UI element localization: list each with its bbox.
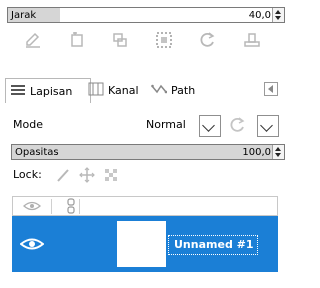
opacity-label: Opasitas	[15, 147, 59, 158]
opacity-spin-arrows[interactable]	[272, 145, 284, 159]
tab-path[interactable]: Path	[147, 78, 209, 102]
spin-up-icon[interactable]	[275, 10, 281, 14]
refresh-icon[interactable]	[197, 30, 217, 50]
header-divider	[79, 199, 80, 214]
mode-value[interactable]: Normal	[146, 118, 186, 131]
header-divider	[51, 199, 52, 214]
copy-page-icon[interactable]	[67, 30, 87, 50]
lock-label: Lock:	[13, 168, 42, 181]
layer-list-header	[12, 196, 278, 216]
stamp-icon[interactable]	[242, 30, 262, 50]
reset-mode-icon[interactable]	[228, 115, 248, 135]
tab-lapisan[interactable]: Lapisan	[5, 78, 91, 103]
composite-dropdown-button[interactable]	[257, 115, 279, 137]
spin-up-icon[interactable]	[275, 147, 281, 151]
mode-label: Mode	[13, 118, 43, 131]
path-icon	[151, 82, 168, 99]
chevron-down-icon	[260, 119, 273, 132]
checkerboard-icon[interactable]	[103, 167, 119, 183]
tab-label: Kanal	[108, 83, 139, 97]
duplicate-icon[interactable]	[110, 30, 130, 50]
tab-label: Path	[171, 83, 196, 97]
distance-value[interactable]: 40,0	[249, 9, 271, 23]
mode-dropdown-button[interactable]	[199, 115, 221, 137]
distance-spin-arrows[interactable]	[272, 8, 284, 22]
layer-name[interactable]: Unnamed #1	[168, 235, 258, 255]
tab-menu-button[interactable]	[264, 82, 278, 96]
pencil-icon[interactable]	[23, 30, 43, 50]
tab-label: Lapisan	[30, 84, 73, 98]
chain-link-icon[interactable]	[66, 198, 76, 214]
layer-thumbnail[interactable]	[117, 221, 166, 267]
distance-label: Jarak	[11, 10, 37, 21]
spin-down-icon[interactable]	[275, 153, 281, 157]
dotted-frame-icon[interactable]	[154, 30, 174, 50]
spin-down-icon[interactable]	[275, 16, 281, 20]
opacity-spin-field[interactable]: Opasitas 100,0	[11, 144, 285, 160]
triangle-left-icon	[268, 85, 273, 93]
eye-icon[interactable]	[23, 200, 41, 212]
tab-kanal[interactable]: Kanal	[84, 78, 154, 102]
move-cross-icon[interactable]	[79, 167, 95, 183]
channels-icon	[88, 82, 104, 99]
paint-brush-icon[interactable]	[55, 167, 71, 183]
distance-spin-field[interactable]: Jarak 40,0	[7, 7, 285, 23]
chevron-down-icon	[202, 119, 215, 132]
layers-icon	[10, 83, 26, 100]
opacity-value[interactable]: 100,0	[242, 146, 271, 160]
layer-visibility-eye-icon[interactable]	[19, 236, 45, 252]
